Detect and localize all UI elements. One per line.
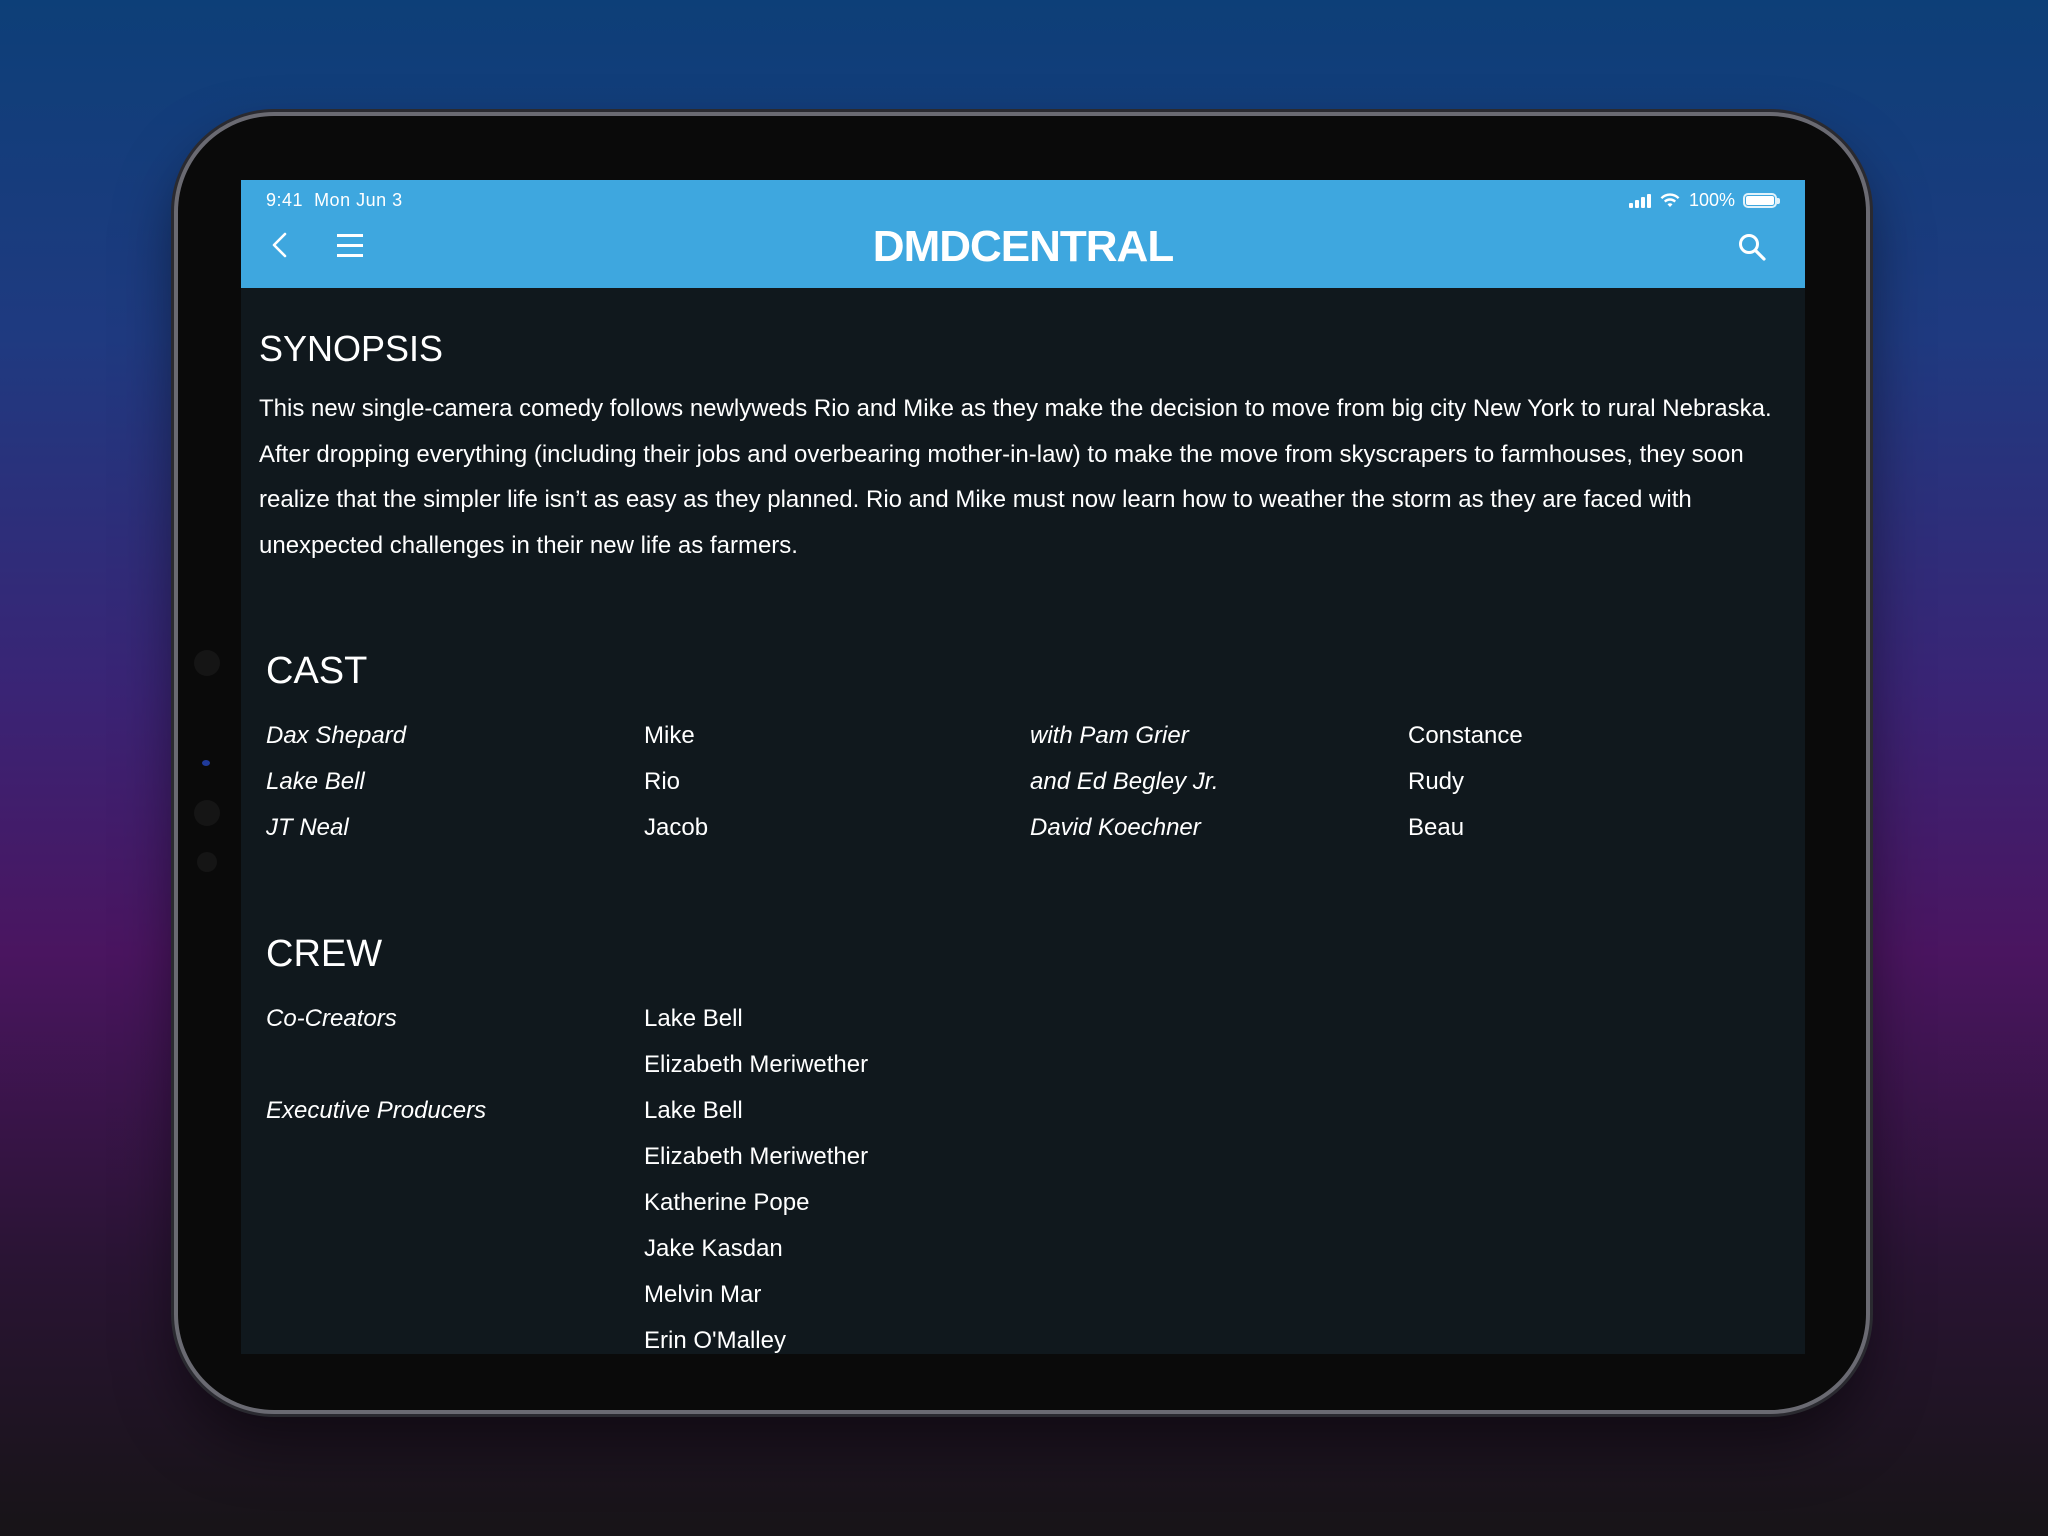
cast-role: Jacob: [644, 814, 709, 841]
status-indicators: 100%: [1628, 190, 1780, 211]
cast-heading: CAST: [266, 650, 368, 692]
app-screen: 9:41 Mon Jun 3 100% DMDCENTRAL SYNOPSIS …: [241, 180, 1805, 1354]
crew-role-label: Co-Creators: [266, 1005, 397, 1032]
synopsis-heading: SYNOPSIS: [259, 328, 444, 369]
camera-indicator: [202, 760, 210, 766]
crew-heading: CREW: [266, 933, 383, 975]
battery-percent: 100%: [1688, 190, 1735, 210]
sensor-dot: [194, 650, 220, 676]
sensor-dot: [197, 852, 217, 872]
crew-role-label: Executive Producers: [266, 1097, 487, 1124]
crew-member: Elizabeth Meriwether: [644, 1051, 869, 1078]
crew-member: Erin O'Malley: [644, 1327, 786, 1354]
cast-actor: and Ed Begley Jr.: [1030, 768, 1219, 795]
cast-role: Rio: [644, 768, 681, 795]
crew-member: Lake Bell: [644, 1005, 743, 1032]
synopsis-text: This new single-camera comedy follows ne…: [259, 395, 1772, 559]
brand-logo[interactable]: DMDCENTRAL: [241, 222, 1805, 272]
status-time: 9:41 Mon Jun 3: [266, 190, 403, 210]
crew-member: Melvin Mar: [644, 1281, 762, 1308]
cellular-signal-icon: [1628, 193, 1651, 208]
battery-icon: [1743, 193, 1780, 208]
crew-member: Lake Bell: [644, 1097, 743, 1124]
cast-actor: with Pam Grier: [1030, 722, 1189, 749]
crew-member: Katherine Pope: [644, 1189, 810, 1216]
wifi-icon: [1660, 192, 1680, 207]
cast-actor: Dax Shepard: [266, 722, 407, 749]
sensor-dot: [194, 800, 220, 826]
cast-role: Constance: [1408, 722, 1523, 749]
search-icon[interactable]: [1737, 232, 1767, 262]
cast-actor: David Koechner: [1030, 814, 1201, 841]
app-header: 9:41 Mon Jun 3 100% DMDCENTRAL: [241, 180, 1805, 288]
cast-role: Rudy: [1408, 768, 1465, 795]
cast-role: Mike: [644, 722, 695, 749]
crew-member: Elizabeth Meriwether: [644, 1143, 869, 1170]
cast-actor: Lake Bell: [266, 768, 365, 795]
crew-member: Jake Kasdan: [644, 1235, 783, 1262]
cast-role: Beau: [1408, 814, 1465, 841]
cast-actor: JT Neal: [266, 814, 349, 841]
